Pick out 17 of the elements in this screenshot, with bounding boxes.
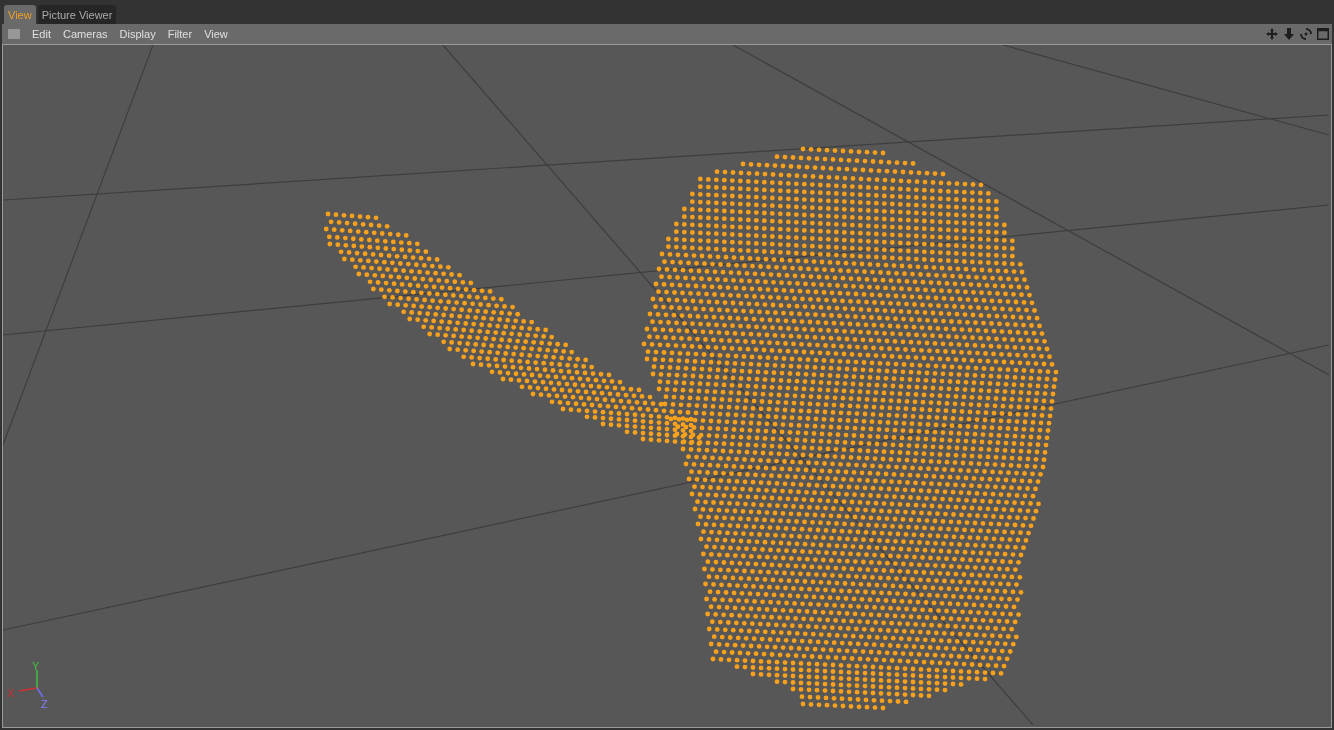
move-icon[interactable] <box>1266 28 1278 40</box>
menu-item[interactable]: Display <box>113 28 162 40</box>
grip-icon <box>8 29 20 39</box>
x-axis-label: X <box>7 687 15 699</box>
menu-item[interactable]: View <box>198 28 234 40</box>
tab[interactable]: View <box>4 5 36 24</box>
y-axis-label: Y <box>32 660 40 672</box>
viewport[interactable]: Y X Z <box>2 44 1332 728</box>
menu-item[interactable]: Cameras <box>56 28 114 40</box>
down-arrow-icon[interactable] <box>1283 28 1295 40</box>
menu-item[interactable]: Filter <box>161 28 199 40</box>
tab[interactable]: Picture Viewer <box>37 5 117 24</box>
maximize-icon[interactable] <box>1317 28 1329 40</box>
rotate-icon[interactable] <box>1300 28 1312 40</box>
axis-gizmo-drawing <box>18 669 44 698</box>
menu-item[interactable]: Edit <box>26 28 57 40</box>
z-axis-label: Z <box>41 698 48 710</box>
